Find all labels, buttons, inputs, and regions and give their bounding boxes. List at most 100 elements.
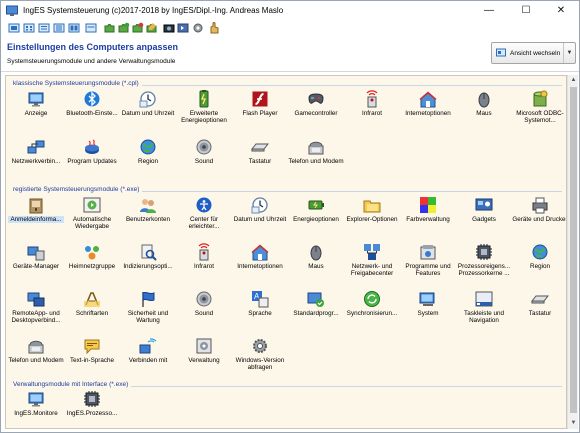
scroll-up-icon[interactable]: ▲: [568, 75, 579, 86]
module-item[interactable]: Anzeige: [8, 90, 64, 135]
minimize-button[interactable]: —: [471, 1, 507, 21]
module-item[interactable]: Schriftarten: [64, 290, 120, 335]
module-item[interactable]: Gamecontroller: [288, 90, 344, 135]
module-item[interactable]: Infrarot: [176, 243, 232, 288]
module-item[interactable]: Internetoptionen: [400, 90, 456, 135]
power-icon: [199, 90, 209, 108]
module-item[interactable]: Infrarot: [344, 90, 400, 135]
view-details-icon[interactable]: [53, 22, 65, 34]
device-manager-icon: [27, 246, 45, 261]
module-item[interactable]: Netzwerkverbin...: [8, 138, 64, 183]
module-item[interactable]: Verwaltung: [176, 337, 232, 382]
module-item[interactable]: Geräte und Drucker: [512, 196, 566, 241]
puzzle-remove-icon[interactable]: [132, 22, 144, 34]
module-item[interactable]: Benutzerkonten: [120, 196, 176, 241]
toolbar: [1, 21, 579, 38]
view-small-icons-icon[interactable]: [23, 22, 35, 34]
module-item[interactable]: Farbverwaltung: [400, 196, 456, 241]
puzzle-edit-icon[interactable]: [146, 22, 158, 34]
view-list-icon[interactable]: [38, 22, 50, 34]
module-item[interactable]: Region: [120, 138, 176, 183]
maximize-button[interactable]: ☐: [508, 1, 544, 21]
module-item[interactable]: A Sprache: [232, 290, 288, 335]
screenshot-icon[interactable]: [163, 22, 175, 34]
module-item[interactable]: Region: [512, 243, 566, 288]
module-item[interactable]: Flash Player: [232, 90, 288, 135]
module-item[interactable]: Sound: [176, 138, 232, 183]
puzzle-icon[interactable]: [104, 22, 116, 34]
module-item[interactable]: Tastatur: [232, 138, 288, 183]
module-item[interactable]: Verbinden mit: [120, 337, 176, 382]
module-item[interactable]: IngES.Monitore: [8, 390, 64, 428]
module-item[interactable]: Datum und Uhrzeit: [232, 196, 288, 241]
module-label: Anmeldeinforma...: [8, 216, 64, 224]
homegroup-icon: [85, 246, 99, 260]
module-label: Region: [138, 158, 158, 165]
processor-icon: [476, 244, 492, 260]
module-label: Benutzerkonten: [125, 216, 171, 223]
module-item[interactable]: Maus: [288, 243, 344, 288]
puzzle-add-icon[interactable]: [118, 22, 130, 34]
module-item[interactable]: Datum und Uhrzeit: [120, 90, 176, 135]
module-item[interactable]: System: [400, 290, 456, 335]
switch-view-button[interactable]: Ansicht wechseln ▼: [491, 42, 576, 64]
admin-tools-icon: [196, 338, 212, 354]
module-item[interactable]: Energieoptionen: [288, 196, 344, 241]
view-content-icon[interactable]: [85, 22, 97, 34]
module-item[interactable]: Gadgets: [456, 196, 512, 241]
module-item[interactable]: Netzwerk- und Freigabecenter: [344, 243, 400, 288]
run-icon[interactable]: [177, 22, 189, 34]
module-item[interactable]: Sound: [176, 290, 232, 335]
module-item[interactable]: Internetoptionen: [232, 243, 288, 288]
module-item[interactable]: Sicherheit und Wartung: [120, 290, 176, 335]
module-item[interactable]: Standardprogr...: [288, 290, 344, 335]
module-item[interactable]: Center für erleichter...: [176, 196, 232, 241]
processor-icon: [84, 391, 100, 407]
module-item[interactable]: Taskleiste und Navigation: [456, 290, 512, 335]
flash-icon: [252, 91, 268, 107]
module-item[interactable]: Microsoft ODBC-Systemot...: [512, 90, 566, 135]
section-title: Verwaltungsmodule mit Interface (*.exe): [13, 381, 132, 388]
title-bar[interactable]: IngES Systemsteuerung (c)2017-2018 by In…: [1, 1, 579, 21]
module-item[interactable]: Explorer-Optionen: [344, 196, 400, 241]
scrollbar-thumb[interactable]: [570, 87, 577, 413]
module-item[interactable]: Erweiterte Energieoptionen: [176, 90, 232, 135]
module-label: Text-in-Sprache: [69, 357, 115, 364]
module-item[interactable]: Maus: [456, 90, 512, 135]
module-item[interactable]: Heimnetzgruppe: [64, 243, 120, 288]
module-item[interactable]: Programme und Features: [400, 243, 456, 288]
view-large-icons-icon[interactable]: [8, 22, 20, 34]
autoplay-icon: [83, 197, 101, 213]
module-item[interactable]: Anmeldeinforma...: [8, 196, 64, 241]
module-item[interactable]: Automatische Wiedergabe: [64, 196, 120, 241]
vertical-scrollbar[interactable]: ▲ ▼: [567, 75, 578, 429]
help-hand-icon[interactable]: [208, 22, 220, 34]
module-item[interactable]: Tastatur: [512, 290, 566, 335]
module-label: Bluetooth-Einste...: [66, 110, 118, 117]
indexing-icon: [141, 244, 157, 261]
module-item[interactable]: Windows-Version abfragen: [232, 337, 288, 382]
module-item[interactable]: RemoteApp- und Desktopverbind...: [8, 290, 64, 335]
view-tiles-icon[interactable]: [68, 22, 80, 34]
settings-gear-icon[interactable]: [192, 22, 204, 34]
module-label: Erweiterte Energieoptionen: [181, 110, 227, 125]
module-label: Telefon und Modem: [288, 158, 344, 165]
module-item[interactable]: Text-in-Sprache: [64, 337, 120, 382]
scroll-down-icon[interactable]: ▼: [568, 418, 579, 429]
section-title: registierte Systemsteuerungsmodule (*.ex…: [13, 186, 143, 193]
module-item[interactable]: Synchronisierun...: [344, 290, 400, 335]
accessibility-icon: [196, 197, 212, 213]
close-button[interactable]: ✕: [543, 1, 579, 21]
chevron-down-icon[interactable]: ▼: [563, 43, 575, 63]
module-item[interactable]: Geräte-Manager: [8, 243, 64, 288]
language-icon: A: [252, 291, 269, 308]
module-item[interactable]: IngES.Prozesso...: [64, 390, 120, 428]
module-item[interactable]: Program Updates: [64, 138, 120, 183]
module-item[interactable]: Indizierungsopti...: [120, 243, 176, 288]
module-item[interactable]: Telefon und Modem: [8, 337, 64, 382]
module-item[interactable]: Prozessoreigens... Prozessorkerne ...: [456, 243, 512, 288]
module-item[interactable]: Telefon und Modem: [288, 138, 344, 183]
module-label: Sound: [194, 310, 214, 317]
module-item[interactable]: Bluetooth-Einste...: [64, 90, 120, 135]
module-label: Windows-Version abfragen: [235, 357, 285, 372]
